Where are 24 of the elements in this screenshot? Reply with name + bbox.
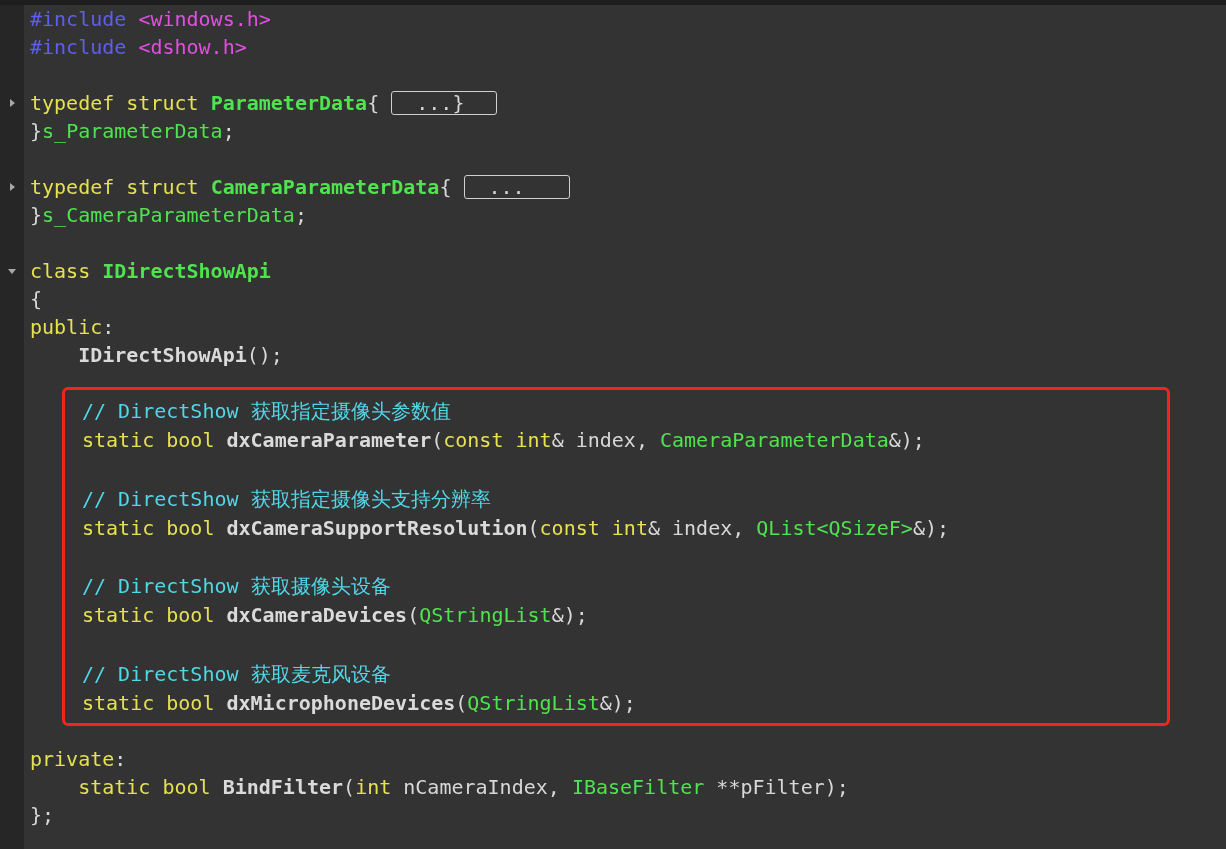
code-line: class IDirectShowApi bbox=[29, 258, 271, 285]
code-line: typedef struct ParameterData{ ...} bbox=[24, 89, 498, 117]
code-line: public: bbox=[29, 314, 115, 341]
expand-arrow-icon[interactable] bbox=[8, 183, 16, 191]
code-line: IDirectShowApi(); bbox=[77, 342, 283, 369]
expand-arrow-icon[interactable] bbox=[8, 99, 16, 107]
code-comment: // DirectShow 获取麦克风设备 bbox=[81, 660, 391, 688]
code-line: static bool dxCameraSupportResolution(const int& index, QList<QSizeF>&); bbox=[81, 514, 949, 542]
code-line: #include <dshow.h> bbox=[29, 34, 247, 61]
code-line: #include <windows.h> bbox=[29, 6, 271, 33]
code-line: static bool dxCameraDevices(QStringList&); bbox=[81, 602, 588, 630]
code-line: }s_ParameterData; bbox=[29, 118, 235, 145]
code-line: }s_CameraParameterData; bbox=[29, 202, 307, 229]
code-line: typedef struct CameraParameterData{ ... bbox=[24, 173, 570, 201]
code-comment: // DirectShow 获取指定摄像头参数值 bbox=[81, 398, 451, 425]
code-comment: // DirectShow 获取指定摄像头支持分辨率 bbox=[81, 485, 491, 513]
code-line: static bool dxCameraParameter(const int& index, CameraParameterData&); bbox=[81, 427, 925, 455]
code-line: { bbox=[29, 286, 43, 313]
code-line: static bool dxMicrophoneDevices(QStringList&); bbox=[81, 689, 636, 717]
code-line: static bool BindFilter(int nCameraIndex, IBaseFilter **pFilter); bbox=[77, 774, 849, 802]
code-line: private: bbox=[29, 746, 127, 774]
collapse-arrow-icon[interactable] bbox=[8, 267, 16, 275]
code-line: }; bbox=[29, 802, 55, 830]
code-comment: // DirectShow 获取摄像头设备 bbox=[81, 573, 391, 601]
